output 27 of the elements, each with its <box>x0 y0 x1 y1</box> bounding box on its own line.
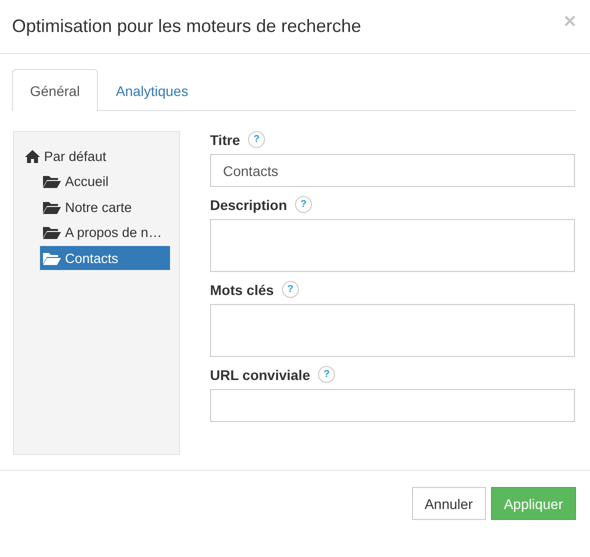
tree-item[interactable]: A propos de n… <box>40 220 170 244</box>
help-icon[interactable]: ? <box>295 196 312 213</box>
field-label: Titre <box>210 132 240 148</box>
tab[interactable]: Analytiques <box>98 69 206 111</box>
input-field[interactable]: Contacts <box>210 154 575 187</box>
dialog-title: Optimisation pour les moteurs de recherche <box>12 16 362 37</box>
tree-item[interactable]: Contacts <box>40 246 170 270</box>
help-icon[interactable]: ? <box>248 131 266 148</box>
folder-icon <box>43 175 61 188</box>
input-field[interactable] <box>210 389 575 422</box>
help-icon[interactable]: ? <box>318 366 336 383</box>
home-icon <box>25 150 40 162</box>
text-area[interactable] <box>210 304 575 357</box>
field-label: Description <box>210 196 288 212</box>
text-area[interactable] <box>210 219 575 272</box>
folder-icon <box>43 200 61 214</box>
folder-icon <box>43 226 61 239</box>
folder-icon <box>43 252 61 264</box>
tab[interactable]: Général <box>12 69 98 111</box>
field-label: Mots clés <box>210 282 274 298</box>
help-icon[interactable]: ? <box>282 281 299 298</box>
tree-item[interactable]: Notre carte <box>40 195 170 219</box>
apply-button[interactable]: Appliquer <box>490 487 576 520</box>
field-label: URL conviviale <box>210 366 310 382</box>
tree-item[interactable]: Accueil <box>40 170 170 194</box>
cancel-button[interactable]: Annuler <box>412 487 486 520</box>
tree-item[interactable]: Par défaut <box>22 144 175 168</box>
